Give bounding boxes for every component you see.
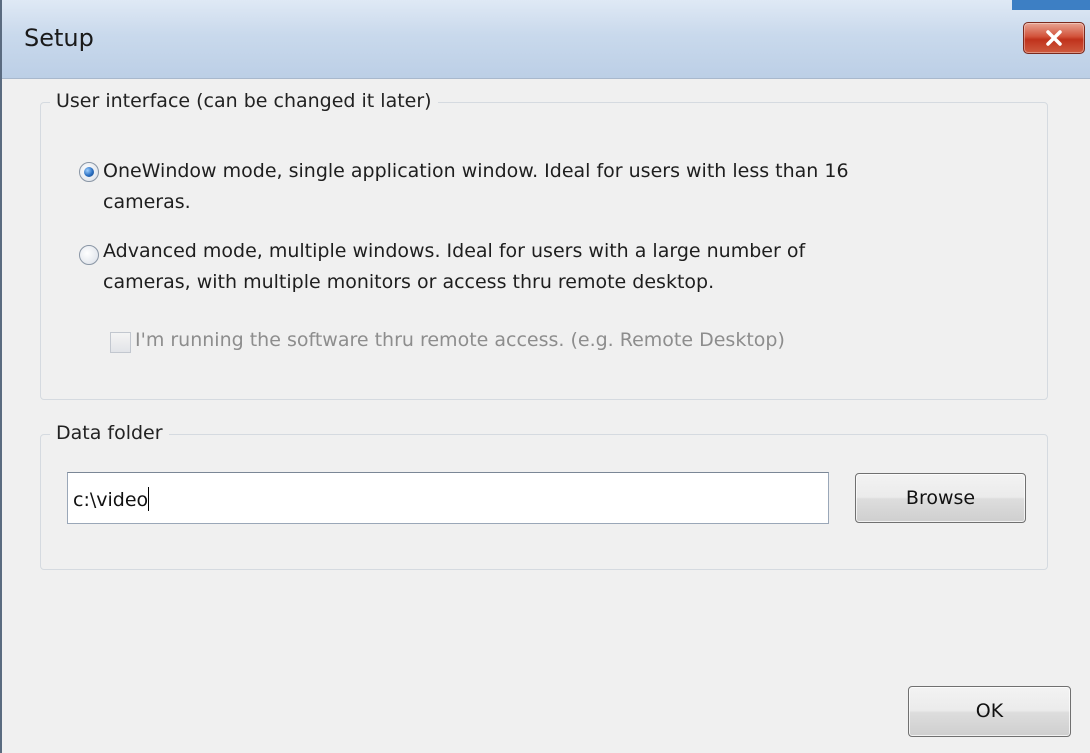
ok-button[interactable]: OK	[908, 686, 1071, 737]
browse-button[interactable]: Browse	[855, 473, 1026, 523]
remote-access-checkbox[interactable]	[110, 332, 131, 353]
window-title: Setup	[24, 24, 94, 52]
data-folder-value: c:\video	[73, 487, 150, 511]
title-bar[interactable]: Setup	[2, 0, 1090, 79]
radio-selected-dot	[84, 167, 94, 177]
background-window-edge	[1012, 0, 1090, 10]
close-button[interactable]	[1023, 22, 1085, 54]
onewindow-mode-radio[interactable]	[79, 162, 99, 182]
setup-dialog: Setup User interface (can be changed it …	[0, 0, 1090, 753]
advanced-mode-line1: Advanced mode, multiple windows. Ideal f…	[103, 240, 806, 262]
data-folder-input[interactable]: c:\video	[67, 472, 829, 524]
advanced-mode-label[interactable]: Advanced mode, multiple windows. Ideal f…	[103, 236, 983, 298]
ok-button-label: OK	[975, 700, 1004, 722]
data-folder-legend: Data folder	[50, 422, 169, 444]
close-x-icon	[1046, 30, 1062, 46]
onewindow-mode-label[interactable]: OneWindow mode, single application windo…	[103, 156, 983, 218]
advanced-mode-line2: cameras, with multiple monitors or acces…	[103, 271, 715, 293]
remote-access-label: I'm running the software thru remote acc…	[135, 329, 785, 351]
browse-button-label: Browse	[905, 487, 976, 509]
onewindow-mode-line2: cameras.	[103, 191, 191, 213]
user-interface-legend: User interface (can be changed it later)	[50, 90, 438, 112]
data-folder-text: c:\video	[73, 489, 149, 511]
text-caret	[148, 487, 150, 511]
advanced-mode-radio[interactable]	[79, 245, 99, 265]
onewindow-mode-line1: OneWindow mode, single application windo…	[103, 160, 849, 182]
